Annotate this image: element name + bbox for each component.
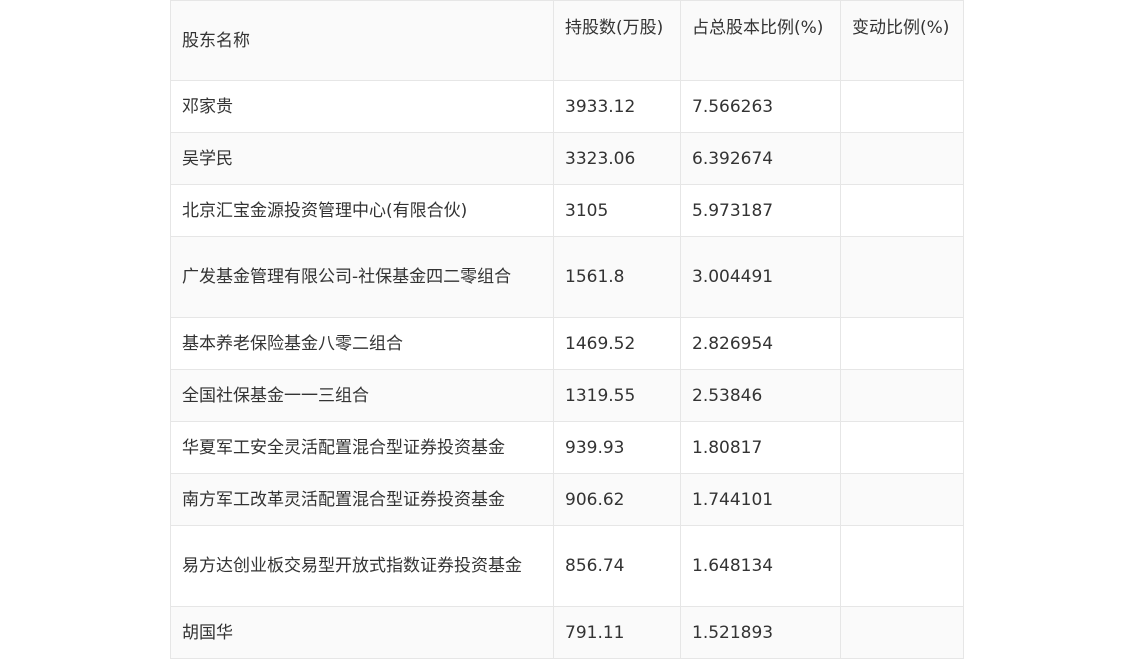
cell-shares: 1469.52 [553, 317, 681, 370]
cell-shares: 856.74 [553, 525, 681, 607]
cell-shareholder-name: 北京汇宝金源投资管理中心(有限合伙) [170, 184, 554, 237]
table-row: 广发基金管理有限公司-社保基金四二零组合 1561.8 3.004491 [170, 236, 964, 318]
table-row: 华夏军工安全灵活配置混合型证券投资基金 939.93 1.80817 [170, 421, 964, 474]
cell-ratio: 3.004491 [680, 236, 841, 318]
cell-shares: 939.93 [553, 421, 681, 474]
cell-shareholder-name: 胡国华 [170, 606, 554, 659]
cell-ratio: 7.566263 [680, 80, 841, 133]
table-body: 邓家贵 3933.12 7.566263 吴学民 3323.06 6.39267… [170, 80, 964, 659]
cell-change [840, 421, 964, 474]
cell-change [840, 473, 964, 526]
header-shares: 持股数(万股) [553, 0, 681, 81]
cell-ratio: 2.53846 [680, 369, 841, 422]
cell-ratio: 2.826954 [680, 317, 841, 370]
cell-shareholder-name: 邓家贵 [170, 80, 554, 133]
shareholder-table-container: 股东名称 持股数(万股) 占总股本比例(%) 变动比例(%) 邓家贵 3933.… [170, 0, 964, 659]
cell-shares: 791.11 [553, 606, 681, 659]
header-ratio: 占总股本比例(%) [680, 0, 841, 81]
cell-ratio: 1.80817 [680, 421, 841, 474]
cell-ratio: 5.973187 [680, 184, 841, 237]
table-row: 吴学民 3323.06 6.392674 [170, 132, 964, 185]
cell-ratio: 6.392674 [680, 132, 841, 185]
table-row: 北京汇宝金源投资管理中心(有限合伙) 3105 5.973187 [170, 184, 964, 237]
cell-ratio: 1.521893 [680, 606, 841, 659]
cell-shareholder-name: 华夏军工安全灵活配置混合型证券投资基金 [170, 421, 554, 474]
cell-shareholder-name: 吴学民 [170, 132, 554, 185]
header-change: 变动比例(%) [840, 0, 964, 81]
cell-shares: 1319.55 [553, 369, 681, 422]
cell-shares: 3105 [553, 184, 681, 237]
cell-shareholder-name: 基本养老保险基金八零二组合 [170, 317, 554, 370]
cell-change [840, 132, 964, 185]
cell-change [840, 236, 964, 318]
cell-change [840, 369, 964, 422]
cell-shareholder-name: 广发基金管理有限公司-社保基金四二零组合 [170, 236, 554, 318]
cell-shares: 3933.12 [553, 80, 681, 133]
cell-shares: 906.62 [553, 473, 681, 526]
table-row: 邓家贵 3933.12 7.566263 [170, 80, 964, 133]
cell-change [840, 606, 964, 659]
cell-change [840, 317, 964, 370]
header-row: 股东名称 持股数(万股) 占总股本比例(%) 变动比例(%) [170, 0, 964, 81]
table-row: 全国社保基金一一三组合 1319.55 2.53846 [170, 369, 964, 422]
cell-shareholder-name: 南方军工改革灵活配置混合型证券投资基金 [170, 473, 554, 526]
cell-change [840, 184, 964, 237]
cell-change [840, 80, 964, 133]
header-shareholder-name: 股东名称 [170, 0, 554, 81]
cell-ratio: 1.744101 [680, 473, 841, 526]
cell-ratio: 1.648134 [680, 525, 841, 607]
table-row: 易方达创业板交易型开放式指数证券投资基金 856.74 1.648134 [170, 525, 964, 607]
cell-shares: 3323.06 [553, 132, 681, 185]
cell-shareholder-name: 全国社保基金一一三组合 [170, 369, 554, 422]
table-row: 胡国华 791.11 1.521893 [170, 606, 964, 659]
cell-shareholder-name: 易方达创业板交易型开放式指数证券投资基金 [170, 525, 554, 607]
cell-change [840, 525, 964, 607]
table-row: 南方军工改革灵活配置混合型证券投资基金 906.62 1.744101 [170, 473, 964, 526]
shareholder-table: 股东名称 持股数(万股) 占总股本比例(%) 变动比例(%) 邓家贵 3933.… [170, 0, 964, 659]
table-row: 基本养老保险基金八零二组合 1469.52 2.826954 [170, 317, 964, 370]
cell-shares: 1561.8 [553, 236, 681, 318]
table-header: 股东名称 持股数(万股) 占总股本比例(%) 变动比例(%) [170, 0, 964, 81]
